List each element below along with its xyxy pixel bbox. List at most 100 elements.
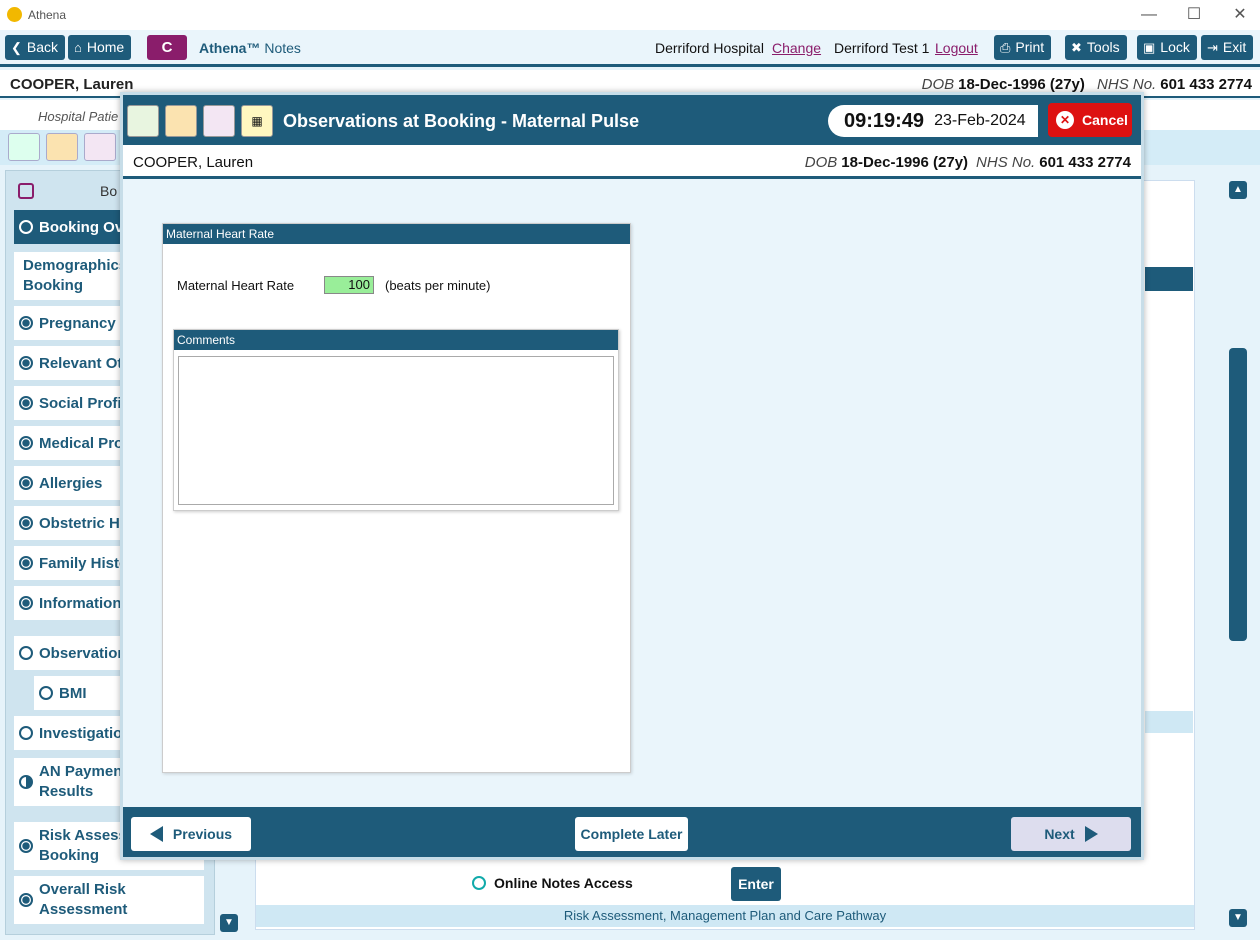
cancel-label: Cancel bbox=[1082, 112, 1128, 128]
patient-name: COOPER, Lauren bbox=[10, 76, 134, 93]
radio-empty-icon bbox=[472, 876, 486, 890]
back-button[interactable]: ❮ Back bbox=[5, 35, 66, 60]
lock-icon: ▣ bbox=[1143, 40, 1156, 55]
online-notes-option[interactable]: Online Notes Access bbox=[472, 875, 633, 891]
sidebar-item-label-2: Assessment bbox=[39, 901, 128, 918]
time-value: 09:19:49 bbox=[844, 109, 925, 132]
section-header-strip bbox=[1145, 267, 1193, 291]
complete-later-button[interactable]: Complete Later bbox=[575, 817, 688, 851]
previous-button[interactable]: Previous bbox=[131, 817, 251, 851]
sidebar-item-text: AN Paymen Results bbox=[39, 762, 122, 802]
c-button[interactable]: C bbox=[147, 35, 187, 60]
sidebar-item-label: Obstetric H bbox=[39, 514, 120, 532]
sidebar-item-label: Risk Assess bbox=[39, 827, 127, 844]
person-icon[interactable] bbox=[203, 105, 235, 137]
sidebar-item-overall-risk[interactable]: Overall Risk Assessment bbox=[14, 876, 204, 924]
enter-button[interactable]: Enter bbox=[731, 867, 781, 901]
athena-logo-icon bbox=[7, 7, 22, 22]
window-title: Athena bbox=[28, 8, 67, 22]
person-icon[interactable] bbox=[84, 133, 116, 161]
calendar-icon[interactable]: ▦ bbox=[241, 105, 273, 137]
window-titlebar: Athena — ☐ ✕ bbox=[0, 0, 1260, 30]
heart-rate-input[interactable]: 100 bbox=[324, 276, 374, 294]
next-label: Next bbox=[1044, 826, 1075, 842]
next-button[interactable]: Next bbox=[1011, 817, 1131, 851]
flower-icon[interactable] bbox=[8, 133, 40, 161]
heart-rate-panel: Maternal Heart Rate Maternal Heart Rate … bbox=[162, 223, 631, 773]
nhs-label: NHS No. bbox=[1097, 76, 1157, 93]
home-button[interactable]: ⌂ Home bbox=[68, 35, 132, 60]
flower-icon[interactable] bbox=[127, 105, 159, 137]
app-name-suffix: Notes bbox=[264, 40, 301, 56]
sidebar-item-label: Pregnancy I bbox=[39, 314, 125, 332]
previous-label: Previous bbox=[172, 826, 233, 842]
pill-icon[interactable] bbox=[46, 133, 78, 161]
status-empty-icon bbox=[19, 726, 33, 740]
hospital-patient-label: Hospital Patie bbox=[38, 109, 119, 124]
scroll-up-icon[interactable]: ▲ bbox=[1229, 181, 1247, 199]
patient-identifiers: DOB 18-Dec-1996 (27y) NHS No. 601 433 2774 bbox=[797, 154, 1131, 171]
comments-panel: Comments bbox=[173, 329, 619, 511]
panel-title: Maternal Heart Rate bbox=[163, 224, 630, 244]
dob-value: 18-Dec-1996 (27y) bbox=[841, 154, 969, 171]
status-filled-icon bbox=[19, 516, 33, 530]
cancel-button[interactable]: ✕ Cancel bbox=[1048, 103, 1132, 137]
sidebar-item-label: AN Paymen bbox=[39, 763, 123, 780]
nhs-value: 601 433 2774 bbox=[1039, 154, 1131, 171]
status-filled-icon bbox=[19, 556, 33, 570]
online-notes-label: Online Notes Access bbox=[494, 875, 633, 891]
patient-identifiers: DOB 18-Dec-1996 (27y) NHS No. 601 433 2774 bbox=[914, 76, 1252, 93]
back-label: Back bbox=[26, 39, 59, 55]
clock-display: 09:19:49 23-Feb-2024 bbox=[828, 105, 1038, 137]
lock-button[interactable]: ▣ Lock bbox=[1137, 35, 1197, 60]
logout-link[interactable]: Logout bbox=[935, 40, 978, 56]
app-name: Athena™ Notes bbox=[199, 40, 301, 56]
change-link[interactable]: Change bbox=[772, 40, 821, 56]
hospital-name: Derriford Hospital bbox=[655, 40, 764, 56]
sidebar-item-label-2: Results bbox=[39, 783, 94, 800]
sidebar-item-label: Observation bbox=[39, 644, 127, 662]
maximize-icon[interactable]: ☐ bbox=[1183, 4, 1205, 26]
exit-button[interactable]: ⇥ Exit bbox=[1201, 35, 1254, 60]
main-toolbar: ❮ Back ⌂ Home C Athena™ Notes Derriford Ho… bbox=[0, 30, 1260, 67]
status-empty-icon bbox=[39, 686, 53, 700]
nhs-value: 601 433 2774 bbox=[1160, 76, 1252, 93]
sidebar-item-label: Social Profil bbox=[39, 394, 126, 412]
status-filled-icon bbox=[19, 356, 33, 370]
sidebar-item-text: Risk Assess Booking bbox=[39, 826, 127, 866]
status-filled-icon bbox=[19, 476, 33, 490]
user-name: Derriford Test 1 bbox=[834, 40, 930, 56]
status-empty-icon bbox=[19, 646, 33, 660]
status-empty-icon bbox=[19, 220, 33, 234]
print-button[interactable]: ⎙ Print bbox=[994, 35, 1052, 60]
sidebar-item-label: Information bbox=[39, 594, 122, 612]
comments-title: Comments bbox=[174, 330, 618, 350]
exit-label: Exit bbox=[1222, 39, 1247, 55]
chevron-left-icon: ❮ bbox=[11, 40, 22, 55]
print-label: Print bbox=[1015, 39, 1045, 55]
dob-label: DOB bbox=[804, 154, 838, 171]
sidebar-item-label: Relevant Ot bbox=[39, 354, 123, 372]
sidebar-scroll-down-icon[interactable]: ▼ bbox=[220, 914, 238, 932]
risk-assessment-bar[interactable]: Risk Assessment, Management Plan and Car… bbox=[256, 905, 1194, 927]
comments-textarea[interactable] bbox=[178, 356, 614, 505]
tools-icon: ✖ bbox=[1071, 40, 1082, 55]
pill-icon[interactable] bbox=[165, 105, 197, 137]
sidebar-item-label: Booking Ov bbox=[39, 218, 124, 236]
printer-icon: ⎙ bbox=[1000, 40, 1011, 55]
modal-header: ▦ Observations at Booking - Maternal Pul… bbox=[123, 95, 1141, 145]
sidebar-item-label-2: Booking bbox=[39, 847, 99, 864]
dob-value: 18-Dec-1996 (27y) bbox=[958, 76, 1085, 93]
scrollbar-thumb[interactable] bbox=[1229, 348, 1247, 641]
status-filled-icon bbox=[19, 893, 33, 907]
status-filled-icon bbox=[19, 436, 33, 450]
sidebar-item-label: Allergies bbox=[39, 474, 103, 492]
modal-footer: Previous Complete Later Next bbox=[123, 807, 1141, 857]
observation-modal: ▦ Observations at Booking - Maternal Pul… bbox=[120, 92, 1144, 860]
close-icon[interactable]: ✕ bbox=[1229, 4, 1251, 26]
sidebar-c-icon[interactable] bbox=[18, 183, 34, 199]
tools-button[interactable]: ✖ Tools bbox=[1065, 35, 1127, 60]
minimize-icon[interactable]: — bbox=[1138, 4, 1160, 26]
home-icon: ⌂ bbox=[74, 40, 82, 55]
scroll-down-icon[interactable]: ▼ bbox=[1229, 909, 1247, 927]
